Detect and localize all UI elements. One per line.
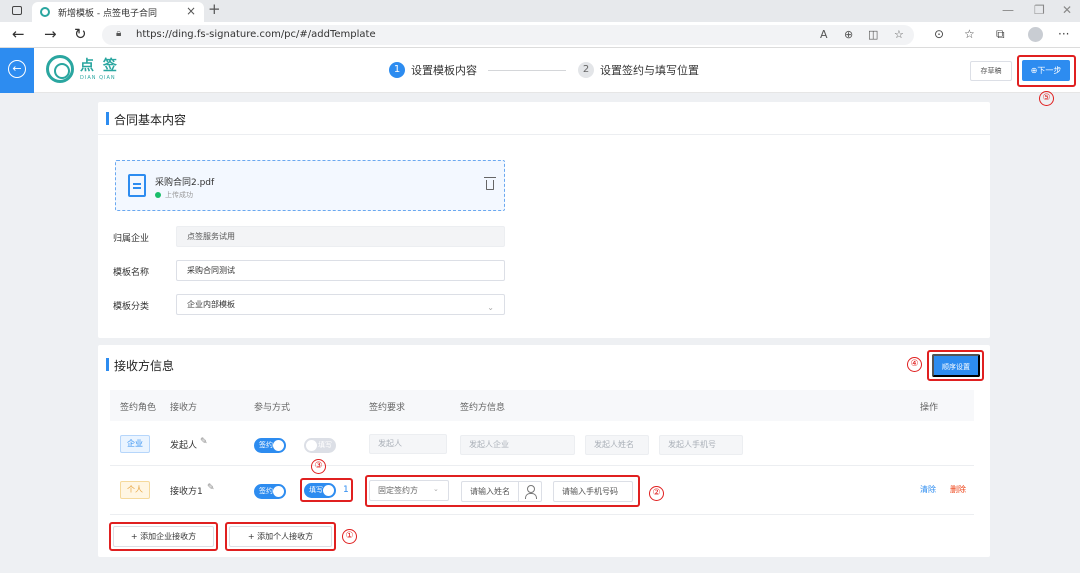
role-tag-enterprise: 企业	[120, 435, 150, 453]
favorites-icon[interactable]: ☆	[964, 27, 975, 41]
row-divider	[110, 514, 974, 515]
section-title-basic: 合同基本内容	[106, 111, 186, 128]
step-2: 2 设置签约与填写位置	[578, 62, 699, 78]
uploaded-file-card[interactable]: 采购合同2.pdf 上传成功	[115, 160, 505, 211]
annotation-marker-3: ③	[311, 459, 326, 474]
row-divider	[110, 465, 974, 466]
zoom-icon[interactable]: ⊕	[844, 28, 853, 41]
label-enterprise: 归属企业	[113, 234, 150, 244]
enterprise-field: 点签服务试用	[176, 226, 505, 247]
upload-status: 上传成功	[155, 190, 193, 200]
label-template-category: 模板分类	[113, 302, 150, 312]
favorite-add-icon[interactable]: ☆	[894, 28, 904, 41]
favicon-icon	[40, 7, 50, 17]
tab-close-icon[interactable]: ×	[186, 4, 196, 18]
template-category-select[interactable]: 企业内部模板 ⌄	[176, 294, 505, 315]
template-category-value: 企业内部模板	[187, 300, 235, 309]
annotation-box-5	[1017, 55, 1076, 87]
file-name: 采购合同2.pdf	[155, 178, 215, 188]
tab-title: 新增模板 - 点签电子合同	[58, 9, 157, 19]
initiator-name-field: 发起人姓名	[585, 435, 649, 455]
url-field[interactable]: 🔒︎ https://ding.fs-signature.com/pc/#/ad…	[102, 25, 914, 45]
extensions-icon[interactable]: ⊙	[934, 27, 944, 41]
delete-link[interactable]: 删除	[950, 484, 966, 495]
card-divider	[98, 134, 990, 135]
new-tab-icon[interactable]: +	[208, 0, 221, 18]
back-circle-icon: ←	[8, 60, 26, 78]
annotation-marker-5: ⑤	[1039, 91, 1054, 106]
trash-icon[interactable]	[484, 177, 496, 190]
back-arrow-icon[interactable]: ←	[12, 25, 25, 43]
annotation-box-1b	[225, 522, 336, 551]
edit-pen-icon[interactable]: ✎	[200, 437, 208, 447]
back-panel[interactable]: ←	[0, 48, 34, 93]
collections-icon[interactable]: ⧉	[996, 27, 1005, 42]
logo-text: 点 签	[80, 58, 119, 74]
more-icon[interactable]: ···	[1058, 27, 1069, 41]
initiator-company-field: 发起人企业	[460, 435, 575, 455]
logo-icon	[46, 55, 74, 83]
url-text: https://ding.fs-signature.com/pc/#/addTe…	[136, 29, 376, 40]
window-close-icon[interactable]: ✕	[1062, 3, 1072, 17]
section-title-recipients: 接收方信息	[106, 357, 174, 374]
col-requirement: 签约要求	[369, 403, 406, 413]
read-aloud-icon[interactable]: A	[820, 28, 828, 41]
annotation-marker-4: ④	[907, 357, 922, 372]
col-actions: 操作	[920, 403, 939, 413]
col-signer-info: 签约方信息	[460, 403, 506, 413]
requirement-field: 发起人	[369, 434, 447, 454]
refresh-icon[interactable]: ↻	[74, 25, 87, 43]
logo-subtext: DIAN QIAN	[80, 75, 116, 81]
step-1: 1 设置模板内容	[389, 62, 477, 78]
col-mode: 参与方式	[254, 403, 291, 413]
annotation-marker-2: ②	[649, 486, 664, 501]
template-name-input[interactable]: 采购合同测试	[176, 260, 505, 281]
file-icon	[128, 174, 146, 197]
profile-avatar[interactable]	[1028, 27, 1043, 42]
role-tag-person: 个人	[120, 481, 150, 499]
browser-tab[interactable]: 新增模板 - 点签电子合同 ×	[32, 2, 204, 22]
col-role: 签约角色	[120, 403, 157, 413]
browser-addressbar: ← → ↻ 🔒︎ https://ding.fs-signature.com/p…	[0, 22, 1080, 48]
forward-arrow-icon[interactable]: →	[44, 25, 57, 43]
minimize-icon[interactable]: —	[1002, 3, 1014, 17]
lock-icon: 🔒︎	[116, 28, 122, 39]
sign-switch[interactable]: 签约	[254, 438, 286, 453]
split-view-icon[interactable]: ◫	[868, 28, 878, 41]
sign-switch[interactable]: 签约	[254, 484, 286, 499]
label-template-name: 模板名称	[113, 268, 150, 278]
recipients-table-header	[110, 390, 974, 421]
chevron-down-icon: ⌄	[487, 303, 494, 312]
fill-switch[interactable]: 填写	[304, 438, 336, 453]
annotation-box-1a	[109, 522, 218, 551]
annotation-box-2	[365, 475, 640, 507]
clear-link[interactable]: 清除	[920, 484, 936, 495]
annotation-box-3	[300, 478, 353, 502]
annotation-box-4	[927, 350, 984, 381]
annotation-marker-1: ①	[342, 529, 357, 544]
recipient-name: 发起人	[170, 441, 198, 451]
col-recipient: 接收方	[170, 403, 198, 413]
save-draft-button[interactable]: 存草稿	[970, 61, 1012, 81]
browser-tabbar: 新增模板 - 点签电子合同 × + — ❐ ✕	[0, 0, 1080, 22]
step-connector	[488, 70, 566, 71]
restore-icon[interactable]: ❐	[1034, 3, 1045, 17]
edit-pen-icon[interactable]: ✎	[207, 483, 215, 493]
initiator-phone-field: 发起人手机号	[659, 435, 743, 455]
app-header: ← 点 签 DIAN QIAN 1 设置模板内容 2 设置签约与填写位置 存草稿 ⊕…	[0, 48, 1080, 93]
recipient-name: 接收方1	[170, 487, 203, 497]
window-menu-icon[interactable]	[12, 6, 22, 15]
